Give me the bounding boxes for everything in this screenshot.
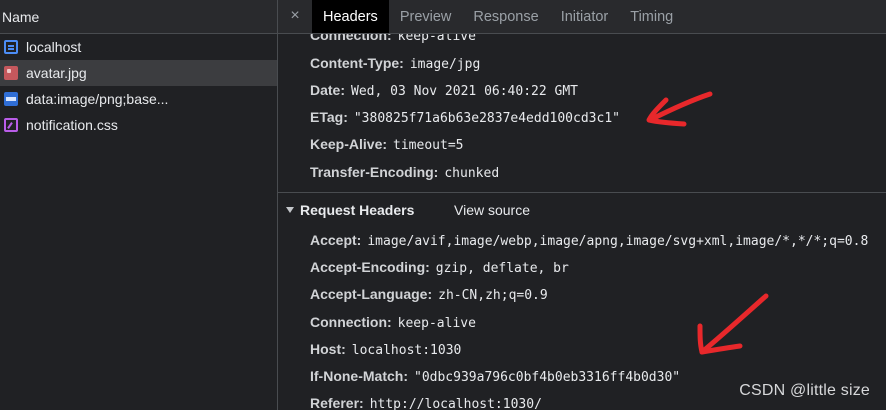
request-row-data-png[interactable]: data:image/png;base...: [0, 86, 277, 112]
request-header-accept-encoding: Accept-Encoding: gzip, deflate, br: [310, 259, 569, 276]
header-value: chunked: [444, 166, 500, 181]
headers-content: Connection: keep-alive Content-Type: image…: [278, 34, 886, 410]
request-name: notification.css: [26, 117, 118, 133]
request-name: avatar.jpg: [26, 65, 87, 81]
header-name: Transfer-Encoding:: [310, 164, 439, 180]
request-name: data:image/png;base...: [26, 91, 169, 107]
response-header-content-type: Content-Type: image/jpg: [310, 55, 480, 72]
header-value: gzip, deflate, br: [435, 261, 569, 276]
request-header-accept-language: Accept-Language: zh-CN,zh;q=0.9: [310, 286, 548, 303]
request-list-panel: Name localhost avatar.jpg data:image/png…: [0, 0, 277, 410]
header-value: Wed, 03 Nov 2021 06:40:22 GMT: [351, 84, 578, 99]
request-header-if-none-match: If-None-Match: "0dbc939a796c0bf4b0eb3316f…: [310, 368, 680, 385]
header-name: Date:: [310, 82, 346, 98]
header-name: Host:: [310, 341, 346, 357]
header-value: timeout=5: [393, 138, 464, 153]
request-header-connection: Connection: keep-alive: [310, 314, 476, 331]
header-value: "380825f71a6b63e2837e4edd100cd3c1": [353, 111, 620, 126]
header-name: Connection:: [310, 314, 392, 330]
header-name: Accept-Encoding:: [310, 259, 430, 275]
request-name: localhost: [26, 39, 82, 55]
header-name: ETag:: [310, 109, 348, 125]
name-column-header[interactable]: Name: [0, 0, 277, 34]
section-divider: [278, 192, 886, 193]
response-header-transfer-encoding: Transfer-Encoding: chunked: [310, 164, 499, 181]
header-value: image/avif,image/webp,image/apng,image/s…: [367, 234, 869, 249]
close-icon[interactable]: ×: [278, 0, 312, 33]
response-header-keep-alive: Keep-Alive: timeout=5: [310, 136, 463, 153]
details-tabbar: × Headers Preview Response Initiator Tim…: [278, 0, 886, 34]
image-icon: [4, 66, 18, 80]
request-header-host: Host: localhost:1030: [310, 341, 461, 358]
request-header-accept: Accept: image/avif,image/webp,image/apng,…: [310, 232, 868, 249]
request-headers-section-toggle[interactable]: Request Headers: [286, 202, 414, 218]
header-value: localhost:1030: [351, 343, 462, 358]
request-header-referer: Referer: http://localhost:1030/: [310, 395, 542, 410]
header-value: image/jpg: [409, 57, 481, 72]
response-header-date: Date: Wed, 03 Nov 2021 06:40:22 GMT: [310, 82, 578, 99]
section-title: Request Headers: [300, 202, 415, 218]
request-row-avatar-jpg[interactable]: avatar.jpg: [0, 60, 277, 86]
watermark: CSDN @little size: [739, 382, 870, 399]
header-name: Accept-Language:: [310, 286, 433, 302]
png-image-icon: [4, 92, 18, 106]
header-name: If-None-Match:: [310, 368, 408, 384]
header-value: keep-alive: [397, 34, 476, 44]
stylesheet-icon: [4, 118, 18, 132]
header-value: keep-alive: [397, 316, 476, 331]
request-row-notification-css[interactable]: notification.css: [0, 112, 277, 138]
triangle-down-icon: [286, 207, 294, 214]
request-row-localhost[interactable]: localhost: [0, 34, 277, 60]
tab-response[interactable]: Response: [462, 0, 549, 33]
header-name: Connection:: [310, 34, 392, 43]
header-value: zh-CN,zh;q=0.9: [438, 288, 548, 303]
request-details-panel: × Headers Preview Response Initiator Tim…: [278, 0, 886, 410]
header-name: Referer:: [310, 395, 364, 410]
header-name: Keep-Alive:: [310, 136, 388, 152]
header-name: Content-Type:: [310, 55, 404, 71]
document-icon: [4, 40, 18, 54]
tab-timing[interactable]: Timing: [619, 0, 684, 33]
tab-preview[interactable]: Preview: [389, 0, 463, 33]
header-value: http://localhost:1030/: [369, 397, 542, 410]
response-header-connection: Connection: keep-alive: [310, 34, 476, 44]
header-name: Accept:: [310, 232, 362, 248]
tab-headers[interactable]: Headers: [312, 0, 389, 33]
header-value: "0dbc939a796c0bf4b0eb3316ff4b0d30": [414, 370, 681, 385]
tab-initiator[interactable]: Initiator: [550, 0, 620, 33]
response-header-etag: ETag: "380825f71a6b63e2837e4edd100cd3c1": [310, 109, 620, 126]
view-source-link[interactable]: View source: [454, 202, 530, 218]
